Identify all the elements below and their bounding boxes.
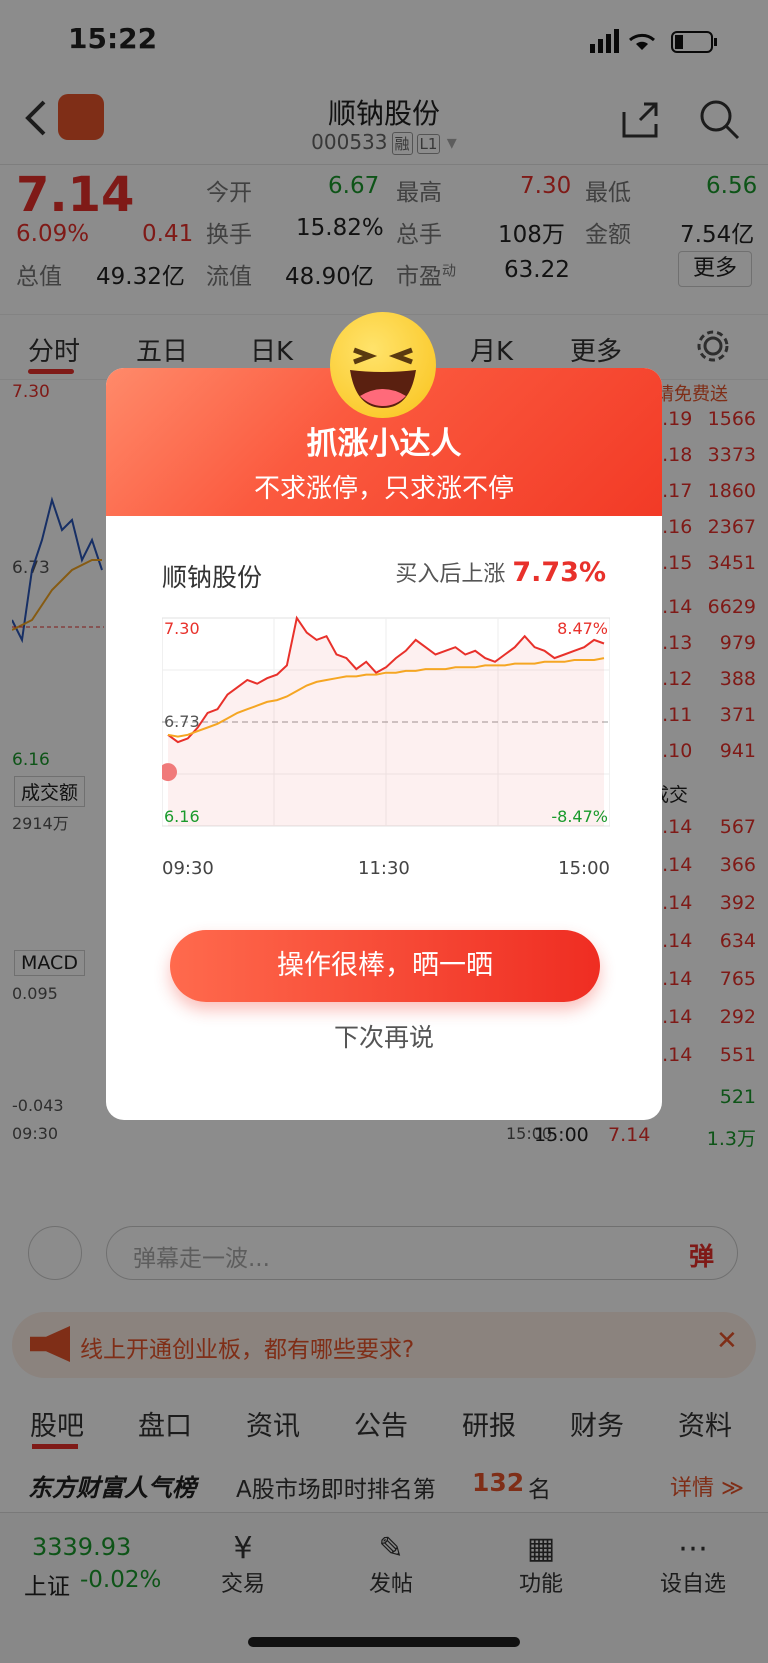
later-button[interactable]: 下次再说: [106, 1018, 662, 1054]
achievement-modal: 抓涨小达人 不求涨停，只求涨不停 顺钠股份 买入后上涨 7.73% 7.30 6.…: [106, 312, 662, 1120]
modal-intraday-chart: 7.30 6.73 6.16 8.47% -8.47%: [162, 615, 610, 827]
y-right-bottom: -8.47%: [551, 807, 608, 826]
rise-label: 买入后上涨: [395, 562, 506, 587]
rise-value: 7.73%: [512, 557, 606, 588]
share-button[interactable]: 操作很棒，晒一晒: [170, 930, 600, 1002]
modal-rise: 买入后上涨 7.73%: [395, 556, 606, 588]
x-tick: 15:00: [558, 858, 610, 879]
y-label-bottom: 6.16: [164, 807, 200, 826]
y-label-top: 7.30: [164, 619, 200, 638]
laughing-emoji-icon: [330, 312, 436, 418]
y-right-top: 8.47%: [557, 619, 608, 638]
home-indicator[interactable]: [248, 1637, 520, 1647]
modal-title: 抓涨小达人: [306, 426, 462, 462]
modal-stock-name: 顺钠股份: [162, 563, 263, 592]
y-label-mid: 6.73: [164, 712, 200, 731]
x-tick: 11:30: [358, 858, 410, 879]
x-tick: 09:30: [162, 858, 214, 879]
modal-subtitle: 不求涨停，只求涨不停: [253, 474, 514, 504]
